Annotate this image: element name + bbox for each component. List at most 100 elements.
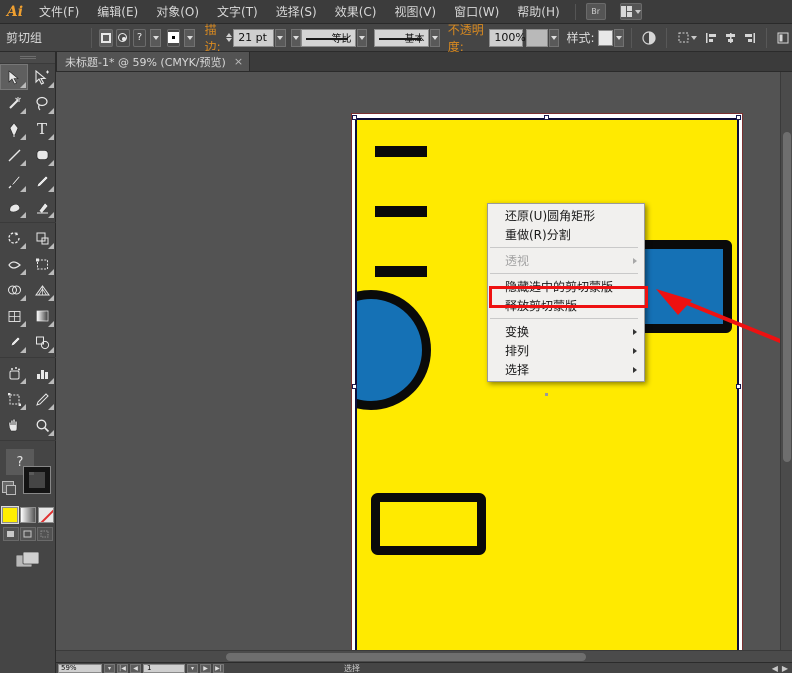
gradient-swatch[interactable]: [20, 507, 36, 523]
magic-wand-tool[interactable]: [0, 90, 28, 116]
menu-effect[interactable]: 效果(C): [326, 0, 386, 24]
document-tab[interactable]: 未标题-1* @ 59% (CMYK/预览) ×: [56, 51, 250, 71]
stroke-indicator[interactable]: [24, 467, 50, 493]
prev-artboard-icon[interactable]: ◀: [130, 664, 141, 673]
handle-top-center[interactable]: [544, 115, 549, 120]
rotate-tool[interactable]: [0, 225, 28, 251]
menu-object[interactable]: 对象(O): [147, 0, 208, 24]
stroke-color-button[interactable]: [167, 29, 181, 47]
ctx-transform[interactable]: 变换: [488, 322, 644, 341]
width-tool[interactable]: [0, 251, 28, 277]
draw-inside-icon[interactable]: [37, 527, 53, 541]
zoom-level-input[interactable]: 59%: [58, 664, 102, 673]
ctx-undo[interactable]: 还原(U)圆角矩形: [488, 206, 644, 225]
gradient-tool[interactable]: [28, 303, 56, 329]
arrange-documents-icon[interactable]: [620, 3, 642, 20]
blob-brush-tool[interactable]: [0, 194, 28, 220]
opacity-dropdown[interactable]: [549, 29, 559, 47]
artboard-dropdown-icon[interactable]: ▾: [187, 664, 198, 673]
ctx-release-clipping-mask[interactable]: 释放剪切蒙版: [488, 296, 644, 315]
slice-tool[interactable]: [28, 386, 56, 412]
fill-color-button[interactable]: ?: [133, 29, 147, 47]
menu-view[interactable]: 视图(V): [385, 0, 445, 24]
type-tool[interactable]: T: [28, 116, 56, 142]
menu-file[interactable]: 文件(F): [30, 0, 88, 24]
menu-help[interactable]: 帮助(H): [508, 0, 568, 24]
tools-panel-grip[interactable]: [0, 52, 55, 64]
fill-color-swatch[interactable]: [2, 507, 18, 523]
eraser-tool[interactable]: [28, 194, 56, 220]
chevron-down-icon[interactable]: [691, 36, 697, 40]
stroke-weight-stepper[interactable]: [226, 29, 233, 47]
stroke-profile-dropdown[interactable]: [357, 29, 367, 47]
menu-edit[interactable]: 编辑(E): [88, 0, 147, 24]
last-artboard-icon[interactable]: ▶|: [213, 664, 224, 673]
line-segment-tool[interactable]: [0, 142, 28, 168]
stroke-dropdown-button[interactable]: [184, 29, 194, 47]
artboard-number-input[interactable]: 1: [143, 664, 185, 673]
zoom-tool[interactable]: [28, 412, 56, 438]
mesh-tool[interactable]: [0, 303, 28, 329]
edit-contents-button[interactable]: [116, 29, 130, 47]
selection-tool[interactable]: [0, 64, 28, 90]
blend-tool[interactable]: [28, 329, 56, 355]
stroke-weight-input[interactable]: 21 pt: [233, 29, 274, 47]
handle-top-left[interactable]: [352, 115, 357, 120]
shape-builder-tool[interactable]: [0, 277, 28, 303]
paintbrush-tool[interactable]: [0, 168, 28, 194]
screen-mode-button[interactable]: [0, 551, 55, 569]
menu-select[interactable]: 选择(S): [267, 0, 326, 24]
graphic-style-dropdown[interactable]: [614, 29, 624, 47]
draw-behind-icon[interactable]: [20, 527, 36, 541]
brush-definition-select[interactable]: 基本: [374, 29, 429, 47]
variable-width-dropdown[interactable]: [291, 29, 301, 47]
align-center-icon[interactable]: [724, 29, 737, 46]
artboard-tool[interactable]: [0, 386, 28, 412]
opacity-input[interactable]: 100%: [489, 29, 523, 47]
default-fill-stroke-icon[interactable]: [2, 481, 14, 493]
graphic-style-swatch[interactable]: [598, 30, 613, 46]
scale-tool[interactable]: [28, 225, 56, 251]
canvas-area[interactable]: 还原(U)圆角矩形 重做(R)分割 透视 隐藏选中的剪切蒙版 释放剪切蒙版 变换: [56, 72, 792, 662]
ctx-arrange[interactable]: 排列: [488, 341, 644, 360]
opacity-appearance-icon[interactable]: [642, 29, 656, 46]
symbol-sprayer-tool[interactable]: [0, 360, 28, 386]
ctx-select[interactable]: 选择: [488, 360, 644, 379]
isolate-selected-object-button[interactable]: [99, 29, 113, 47]
pencil-tool[interactable]: [28, 168, 56, 194]
zoom-dropdown-icon[interactable]: ▾: [104, 664, 115, 673]
stroke-profile-select[interactable]: 等比: [301, 29, 356, 47]
context-menu[interactable]: 还原(U)圆角矩形 重做(R)分割 透视 隐藏选中的剪切蒙版 释放剪切蒙版 变换: [487, 203, 645, 382]
draw-normal-icon[interactable]: [3, 527, 19, 541]
next-artboard-icon[interactable]: ▶: [200, 664, 211, 673]
pen-tool[interactable]: [0, 116, 28, 142]
horizontal-scrollbar[interactable]: [56, 650, 792, 662]
ctx-hide-clipping-mask[interactable]: 隐藏选中的剪切蒙版: [488, 277, 644, 296]
lasso-tool[interactable]: [28, 90, 56, 116]
opacity-extra[interactable]: [526, 29, 548, 47]
first-artboard-icon[interactable]: |◀: [117, 664, 128, 673]
status-prev-icon[interactable]: ◀: [772, 664, 778, 673]
column-graph-tool[interactable]: [28, 360, 56, 386]
vertical-scrollbar[interactable]: [780, 72, 792, 650]
direct-selection-tool[interactable]: [28, 64, 56, 90]
ctx-redo[interactable]: 重做(R)分割: [488, 225, 644, 244]
panel-options-icon[interactable]: [776, 29, 789, 46]
eyedropper-tool[interactable]: [0, 329, 28, 355]
none-swatch[interactable]: [38, 507, 54, 523]
free-transform-tool[interactable]: [28, 251, 56, 277]
status-next-icon[interactable]: ▶: [782, 664, 788, 673]
stroke-weight-dropdown[interactable]: [275, 29, 285, 47]
fill-dropdown-button[interactable]: [150, 29, 160, 47]
transform-panel-icon[interactable]: [677, 29, 690, 46]
handle-middle-right[interactable]: [736, 384, 741, 389]
brush-definition-dropdown[interactable]: [430, 29, 440, 47]
align-left-icon[interactable]: [705, 29, 718, 46]
close-icon[interactable]: ×: [234, 55, 243, 68]
perspective-grid-tool[interactable]: [28, 277, 56, 303]
handle-middle-left[interactable]: [352, 384, 357, 389]
handle-top-right[interactable]: [736, 115, 741, 120]
bridge-icon[interactable]: Br: [586, 3, 606, 20]
align-right-icon[interactable]: [743, 29, 756, 46]
hand-tool[interactable]: [0, 412, 28, 438]
